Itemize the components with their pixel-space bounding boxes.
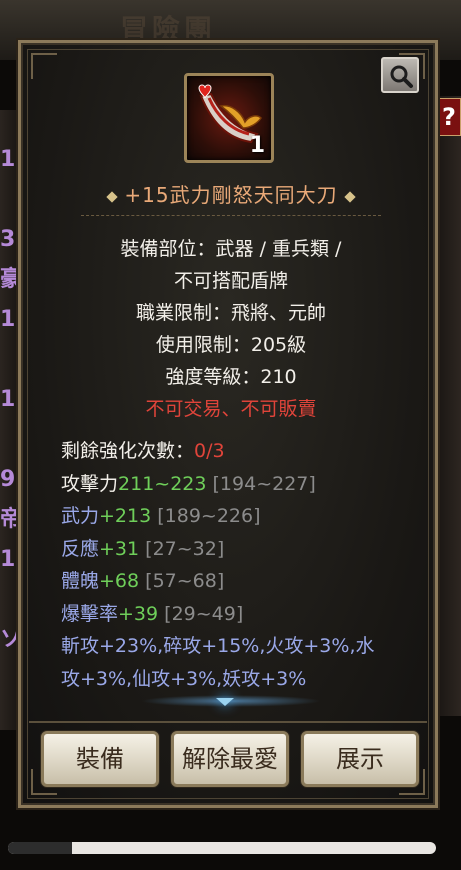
item-icon-frame[interactable]: 1 <box>184 73 274 163</box>
stat-label: 剩餘強化次數： <box>61 440 195 462</box>
unfavorite-button[interactable]: 解除最愛 <box>171 731 289 787</box>
background-left-value: 3豪 <box>0 227 18 292</box>
stat-label: 反應 <box>61 537 100 560</box>
stat-label: 爆擊率 <box>61 602 119 625</box>
reaction-row: 反應+31 [27~32] <box>61 533 411 566</box>
item-name-row: +15武力剛怒天同大刀 <box>21 179 441 208</box>
stat-range: [27~32] <box>145 537 225 560</box>
background-left-value: 14 <box>0 307 18 332</box>
progress-bar <box>8 842 436 854</box>
diamond-ornament-icon <box>343 190 356 203</box>
stat-label: 體魄 <box>61 570 100 592</box>
zoom-button[interactable] <box>381 57 419 93</box>
stat-value: +68 <box>99 570 140 592</box>
button-bar-divider <box>29 721 427 723</box>
stat-range: [189~226] <box>157 505 261 527</box>
stat-value: +39 <box>118 602 159 625</box>
magnifier-icon <box>390 65 413 88</box>
stat-range: [29~49] <box>164 602 244 625</box>
attack-row: 攻擊力211~223 [194~227] <box>61 468 411 501</box>
trade-restriction: 不可交易、不可販賣 <box>145 398 317 420</box>
background-left-value: 10 <box>0 387 18 412</box>
background-left-values: 10 3豪 14 10 9帝 10 ソ <box>0 140 18 700</box>
strength-row: 武力+213 [189~226] <box>61 500 411 533</box>
job-limit: 職業限制：飛將、元帥 <box>135 302 326 324</box>
item-detail-dialog: 1 +15武力剛怒天同大刀 裝備部位：武器 / 重兵類 / 不可搭配盾牌 職業限… <box>18 40 438 808</box>
item-count: 1 <box>249 133 265 158</box>
scroll-down-icon[interactable] <box>216 698 234 706</box>
enhance-remaining-value: 0/3 <box>194 440 225 462</box>
stat-label: 攻擊力 <box>61 472 119 495</box>
stat-range: [194~227] <box>212 472 316 495</box>
stat-range: [57~68] <box>145 570 225 592</box>
diamond-ornament-icon <box>106 190 119 203</box>
background-left-value: 10 <box>0 547 18 572</box>
equip-button[interactable]: 裝備 <box>41 731 159 787</box>
stat-value: +213 <box>99 505 152 527</box>
divider <box>81 215 381 216</box>
equip-slot-line2: 不可搭配盾牌 <box>173 270 288 292</box>
crit-row: 爆擊率+39 [29~49] <box>61 598 411 631</box>
progress-fill <box>8 842 73 854</box>
background-left-value: 10 <box>0 147 18 172</box>
enhance-remaining-row: 剩餘強化次數：0/3 <box>61 435 411 468</box>
element-bonus-line2: 攻+3%,仙攻+3%,妖攻+3% <box>61 667 307 690</box>
stat-value: +31 <box>99 537 140 560</box>
level-limit: 使用限制：205級 <box>155 334 307 356</box>
background-left-value: 9帝 <box>0 467 18 532</box>
help-badge[interactable]: ? <box>437 98 461 136</box>
element-bonus-line1: 斬攻+23%,碎攻+15%,火攻+3%,水 <box>61 635 375 657</box>
item-stats: 剩餘強化次數：0/3 攻擊力211~223 [194~227] 武力+213 [… <box>61 435 411 695</box>
corner-ornament <box>31 53 57 79</box>
show-button[interactable]: 展示 <box>301 731 419 787</box>
background-left-value: ソ <box>0 627 18 652</box>
stat-label: 武力 <box>61 505 100 527</box>
item-name: +15武力剛怒天同大刀 <box>124 183 338 207</box>
strength-level: 強度等級：210 <box>165 366 297 388</box>
physique-row: 體魄+68 [57~68] <box>61 565 411 598</box>
equip-slot-line1: 裝備部位：武器 / 重兵類 / <box>120 238 342 260</box>
background-footer <box>0 810 461 870</box>
stat-value: 211~223 <box>118 472 207 495</box>
item-info: 裝備部位：武器 / 重兵類 / 不可搭配盾牌 職業限制：飛將、元帥 使用限制：2… <box>21 233 441 425</box>
